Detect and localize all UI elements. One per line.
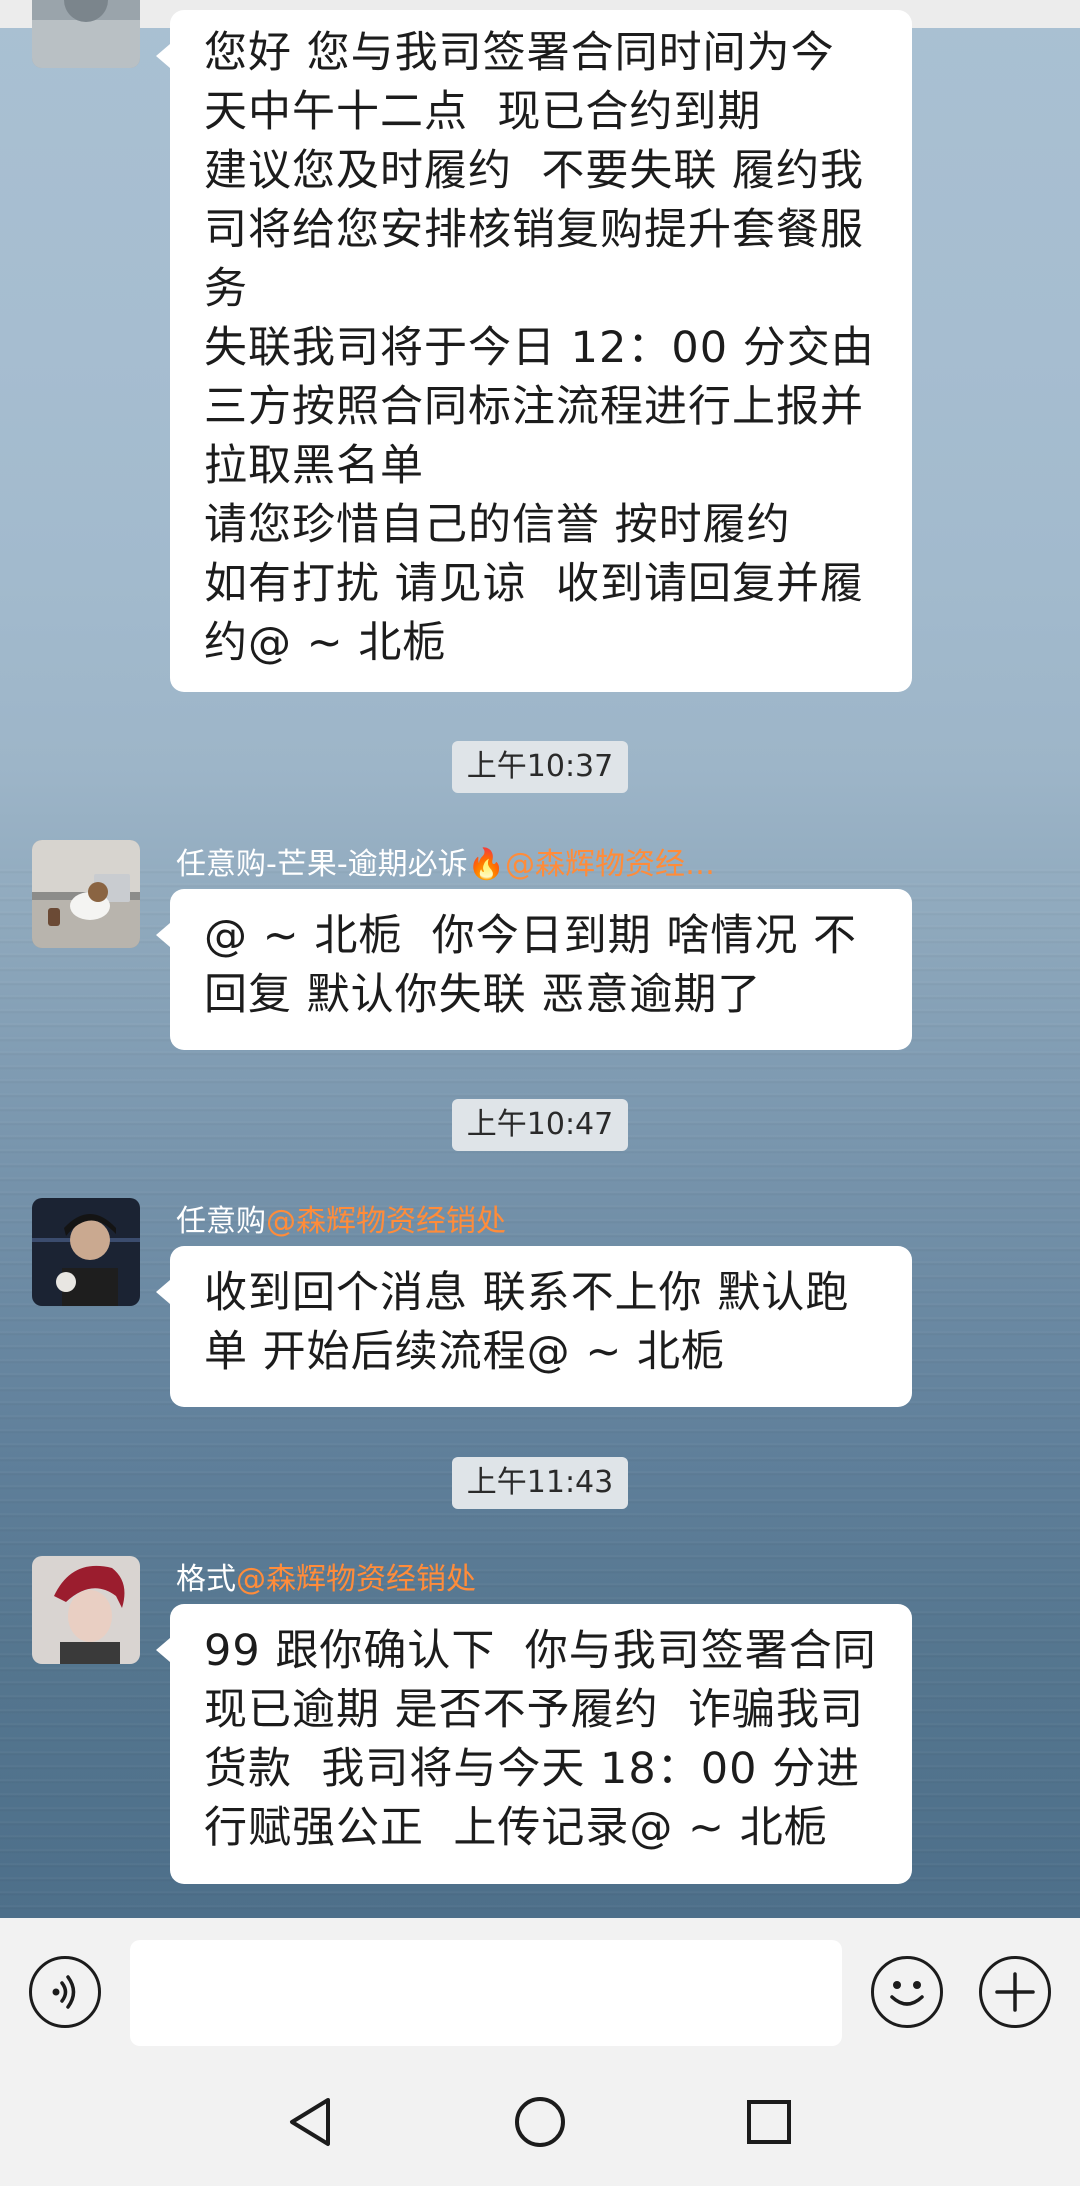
message-bubble-4[interactable]: 99 跟你确认下 你与我司签署合同现已逾期 是否不予履约 诈骗我司货款 我司将与… (156, 1604, 912, 1884)
message-input[interactable] (130, 1940, 842, 2046)
sender-line-2: 任意购-芒果-逾期必诉🔥@森辉物资经… (176, 845, 715, 885)
message-bubble-2[interactable]: @ ~ 北栀 你今日到期 啥情况 不回复 默认你失联 恶意逾期了 (156, 889, 912, 1050)
sender-name: 任意购 (176, 1204, 266, 1239)
timestamp-1047: 上午10:47 (452, 1099, 628, 1151)
emoji-icon[interactable] (871, 1956, 943, 2028)
sender-name: 任意购-芒果-逾期必诉 (176, 847, 468, 882)
nav-home-icon[interactable] (500, 2082, 580, 2162)
nav-back-icon[interactable] (270, 2082, 350, 2162)
avatar-gray-user[interactable] (32, 0, 140, 68)
avatar-dark-user[interactable] (32, 1198, 140, 1306)
nav-recents-icon[interactable] (729, 2082, 809, 2162)
sender-line-3: 任意购@森辉物资经销处 (176, 1202, 506, 1242)
sender-name: 格式 (176, 1562, 236, 1597)
message-3-text: 收到回个消息 联系不上你 默认跑单 开始后续流程@ ~ 北栀 (204, 1268, 850, 1377)
system-navigation-bar (0, 2058, 1080, 2186)
input-bar (0, 1918, 1080, 2058)
avatar-red-hair-user[interactable] (32, 1556, 140, 1664)
timestamp-1143: 上午11:43 (452, 1457, 628, 1509)
message-4-text: 99 跟你确认下 你与我司签署合同现已逾期 是否不予履约 诈骗我司货款 我司将与… (204, 1626, 877, 1853)
avatar-office-cat[interactable] (32, 840, 140, 948)
voice-icon[interactable] (29, 1956, 101, 2028)
message-1-line-4: 请您珍惜自己的信誉 按时履约 如有打扰 请见谅 收到请回复并履约@ ~ 北栀 (204, 500, 865, 668)
sender-group-tag: @森辉物资经销处 (236, 1562, 476, 1597)
message-2-text: @ ~ 北栀 你今日到期 啥情况 不回复 默认你失联 恶意逾期了 (204, 911, 858, 1020)
fire-emoji: 🔥 (467, 847, 506, 882)
timestamp-1037: 上午10:37 (452, 741, 628, 793)
sender-group-tag: @森辉物资经… (505, 847, 716, 882)
message-1-line-1: 您好 您与我司签署合同时间为今天中午十二点 现已合约到期 (204, 28, 835, 137)
sender-group-tag: @森辉物资经销处 (266, 1204, 506, 1239)
message-bubble-1[interactable]: 您好 您与我司签署合同时间为今天中午十二点 现已合约到期 建议您及时履约 不要失… (156, 10, 912, 692)
message-1-line-2: 建议您及时履约 不要失联 履约我司将给您安排核销复购提升套餐服务 (204, 146, 865, 314)
message-bubble-3[interactable]: 收到回个消息 联系不上你 默认跑单 开始后续流程@ ~ 北栀 (156, 1246, 912, 1407)
message-1-line-3: 失联我司将于今日 12：00 分交由三方按照合同标注流程进行上报并拉取黑名单 (204, 323, 875, 491)
add-icon[interactable] (979, 1956, 1051, 2028)
sender-line-4: 格式@森辉物资经销处 (176, 1560, 476, 1600)
